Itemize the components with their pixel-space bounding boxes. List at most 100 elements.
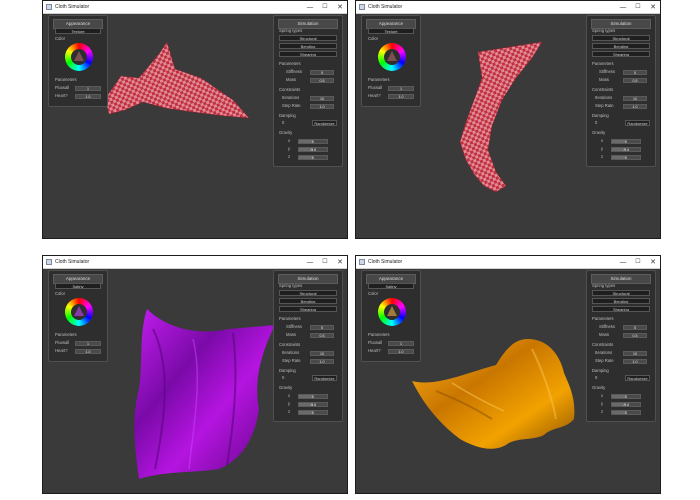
mass-field[interactable]: 0.5 <box>310 78 334 83</box>
damping-button[interactable]: Randomize <box>312 120 337 126</box>
minimize-button[interactable]: — <box>303 1 317 13</box>
gravity-z-slider[interactable]: 0 <box>298 155 328 160</box>
gravity-y-slider[interactable]: -9.8 <box>298 402 328 407</box>
maximize-button[interactable]: ☐ <box>631 256 645 268</box>
spring-shearing-button[interactable]: Shearing <box>279 306 337 312</box>
gravity-y-slider[interactable]: -9.8 <box>298 147 328 152</box>
gravity-x-value: 0 <box>312 395 314 399</box>
stiffness-field[interactable]: 5 <box>310 70 334 75</box>
gravity-z-slider[interactable]: 0 <box>611 155 641 160</box>
spring-bending-button[interactable]: Bending <box>279 298 337 304</box>
param1-label: Fluxsall <box>55 85 70 90</box>
spring-shearing-button[interactable]: Shearing <box>279 51 337 57</box>
iterations-field[interactable]: 10 <box>310 351 334 356</box>
gravity-x-value: 0 <box>312 140 314 144</box>
mass-field[interactable]: 0.5 <box>623 78 647 83</box>
step-label: Step Rate <box>595 103 614 108</box>
stiffness-field[interactable]: 5 <box>310 325 334 330</box>
step-field[interactable]: 1.0 <box>310 359 334 364</box>
gravity-label: Gravity <box>279 130 293 135</box>
param1-field[interactable]: 1 <box>388 341 414 346</box>
gravity-x-slider[interactable]: 0 <box>611 139 641 144</box>
sim-parameters-label: Parameters <box>279 61 301 66</box>
close-button[interactable]: ✕ <box>333 1 347 13</box>
sim-parameters-label: Parameters <box>279 316 301 321</box>
appearance-panel: Appearance Satiny Color Parameters Fluxs… <box>48 270 108 362</box>
gravity-y-value: -9.8 <box>622 148 630 152</box>
gravity-label: Gravity <box>592 130 606 135</box>
damping-button[interactable]: Randomize <box>625 375 650 381</box>
spring-bending-button[interactable]: Bending <box>592 43 650 49</box>
gravity-z-label: z <box>288 409 291 414</box>
param2-field[interactable]: 1.0 <box>388 94 414 99</box>
gravity-z-slider[interactable]: 0 <box>298 410 328 415</box>
color-triangle[interactable] <box>71 49 87 65</box>
gravity-z-slider[interactable]: 0 <box>611 410 641 415</box>
step-field[interactable]: 1.0 <box>623 104 647 109</box>
maximize-button[interactable]: ☐ <box>318 256 332 268</box>
spring-shearing-button[interactable]: Shearing <box>592 306 650 312</box>
texture-dropdown[interactable]: Texture <box>368 28 414 34</box>
param2-field[interactable]: 1.0 <box>388 349 414 354</box>
gravity-y-slider[interactable]: -9.8 <box>611 147 641 152</box>
color-label: Color <box>55 36 66 41</box>
spring-shearing-button[interactable]: Shearing <box>592 51 650 57</box>
damping-button[interactable]: Randomize <box>625 120 650 126</box>
iterations-field[interactable]: 10 <box>623 351 647 356</box>
iterations-field[interactable]: 10 <box>623 96 647 101</box>
param2-field[interactable]: 1.0 <box>75 349 101 354</box>
close-button[interactable]: ✕ <box>646 256 660 268</box>
title-bar[interactable]: Cloth Simulator — ☐ ✕ <box>43 256 347 269</box>
color-triangle[interactable] <box>384 49 400 65</box>
color-wheel[interactable] <box>378 298 406 326</box>
spring-structural-button[interactable]: Structural <box>592 290 650 296</box>
minimize-button[interactable]: — <box>616 1 630 13</box>
color-label: Color <box>368 291 379 296</box>
title-bar[interactable]: Cloth Simulator — ☐ ✕ <box>356 256 660 269</box>
window-title: Cloth Simulator <box>55 259 90 265</box>
param1-field[interactable]: 1 <box>75 86 101 91</box>
param1-field[interactable]: 1 <box>75 341 101 346</box>
maximize-button[interactable]: ☐ <box>318 1 332 13</box>
title-bar[interactable]: Cloth Simulator — ☐ ✕ <box>43 1 347 14</box>
mass-label: Mass <box>286 77 297 82</box>
damping-button[interactable]: Randomize <box>312 375 337 381</box>
spring-bending-button[interactable]: Bending <box>279 43 337 49</box>
mass-field[interactable]: 0.5 <box>623 333 647 338</box>
gravity-z-label: z <box>601 409 604 414</box>
title-bar[interactable]: Cloth Simulator — ☐ ✕ <box>356 1 660 14</box>
close-button[interactable]: ✕ <box>333 256 347 268</box>
close-button[interactable]: ✕ <box>646 1 660 13</box>
color-wheel[interactable] <box>65 43 93 71</box>
gravity-x-slider[interactable]: 0 <box>611 394 641 399</box>
texture-dropdown[interactable]: Satiny <box>55 283 101 289</box>
spring-structural-button[interactable]: Structural <box>279 290 337 296</box>
minimize-button[interactable]: — <box>303 256 317 268</box>
spring-structural-button[interactable]: Structural <box>592 35 650 41</box>
param2-field[interactable]: 1.0 <box>75 94 101 99</box>
color-triangle[interactable] <box>71 304 87 320</box>
param1-field[interactable]: 1 <box>388 86 414 91</box>
damping-value: 0 <box>595 375 598 380</box>
gravity-x-slider[interactable]: 0 <box>298 139 328 144</box>
spring-bending-button[interactable]: Bending <box>592 298 650 304</box>
step-field[interactable]: 1.0 <box>623 359 647 364</box>
maximize-button[interactable]: ☐ <box>631 1 645 13</box>
minimize-button[interactable]: — <box>616 256 630 268</box>
gravity-y-slider[interactable]: -9.8 <box>611 402 641 407</box>
mass-field[interactable]: 0.5 <box>310 333 334 338</box>
stiffness-field[interactable]: 5 <box>623 70 647 75</box>
texture-dropdown[interactable]: Satiny <box>368 283 414 289</box>
gravity-x-slider[interactable]: 0 <box>298 394 328 399</box>
texture-dropdown[interactable]: Texture <box>55 28 101 34</box>
step-field[interactable]: 1.0 <box>310 104 334 109</box>
spring-structural-button[interactable]: Structural <box>279 35 337 41</box>
color-wheel[interactable] <box>65 298 93 326</box>
param2-label: Heart? <box>55 348 68 353</box>
parameters-label: Parameters <box>55 332 77 337</box>
color-wheel[interactable] <box>378 43 406 71</box>
iterations-label: Iterations <box>595 95 613 100</box>
stiffness-field[interactable]: 5 <box>623 325 647 330</box>
iterations-field[interactable]: 10 <box>310 96 334 101</box>
color-triangle[interactable] <box>384 304 400 320</box>
